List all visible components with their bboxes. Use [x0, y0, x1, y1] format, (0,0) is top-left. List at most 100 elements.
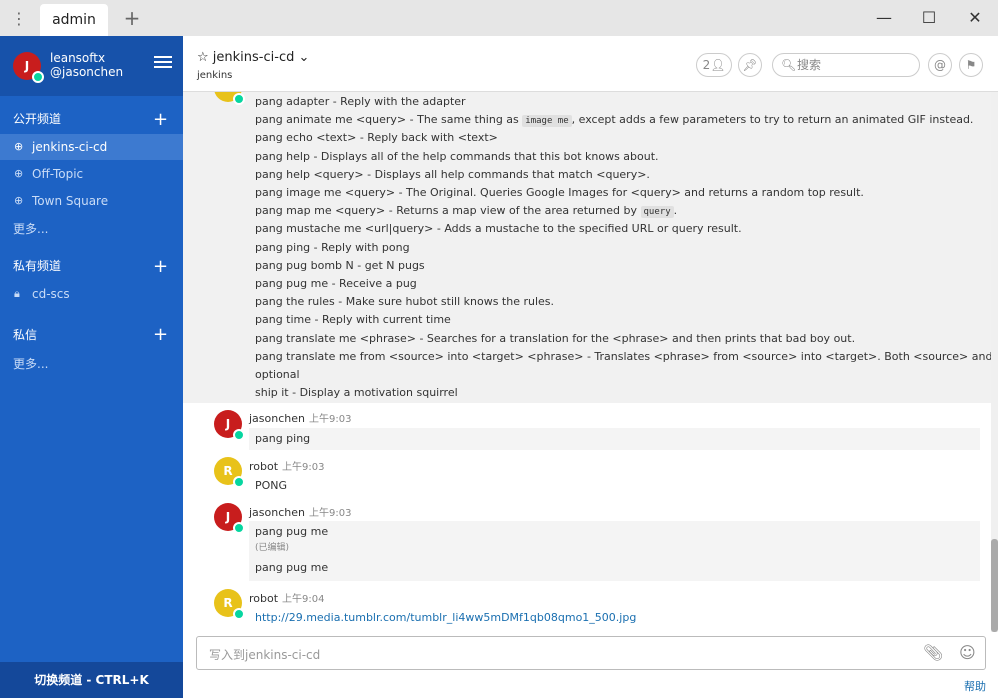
message-header: robot 上午9:04 [249, 590, 325, 605]
sidebar-item-jenkins-ci-cd[interactable]: ⊕ jenkins-ci-cd [0, 134, 183, 160]
help-text: ship it - Display a motivation squirrel [255, 386, 458, 400]
minimize-icon[interactable]: — [872, 6, 896, 30]
help-line: ship it - Display a motivation squirrel [255, 386, 458, 399]
help-text: optional [255, 368, 300, 381]
sidebar-item-town-square[interactable]: ⊕ Town Square [0, 188, 183, 214]
sidebar-header: J leansoftx @jasonchen [0, 36, 183, 96]
help-text: , except adds a few parameters to try to… [571, 113, 974, 127]
help-line: pang translate me from <source> into <ta… [255, 350, 991, 363]
sidebar: J leansoftx @jasonchen 公开频道 + ⊕ jenkins-… [0, 36, 183, 698]
message-body: http://29.media.tumblr.com/tumblr_li4ww5… [249, 607, 980, 628]
channel-name: jenkins-ci-cd [212, 50, 295, 65]
message-header: jasonchen 上午9:03 [249, 410, 351, 425]
message-composer[interactable]: 写入到jenkins-ci-cd 📎︎ ☺ [196, 636, 986, 670]
help-text: pang echo <text> - Reply back with <text… [255, 131, 498, 145]
author-name[interactable]: jasonchen [249, 506, 305, 519]
help-link[interactable]: 帮助 [964, 678, 986, 694]
add-dm-icon[interactable]: + [153, 326, 168, 344]
help-line: pang mustache me <url|query> - Adds a mu… [255, 222, 742, 235]
avatar[interactable]: R [214, 457, 245, 488]
online-status-icon [233, 476, 245, 488]
emoji-icon[interactable]: ☺ [959, 643, 976, 662]
member-count-button[interactable]: 2👤︎ [696, 53, 732, 77]
message-header: jasonchen 上午9:03 [249, 504, 351, 519]
chevron-down-icon[interactable]: ⌄ [298, 50, 309, 65]
private-channels-header: 私有频道 [13, 259, 62, 273]
help-text: pang map me <query> - Returns a map view… [255, 204, 641, 218]
help-text: pang translate me <phrase> - Searches fo… [255, 331, 856, 345]
pin-icon[interactable]: 📌︎ [738, 53, 762, 77]
help-text: pang help <query> - Displays all help co… [255, 167, 650, 181]
help-line: pang image me <query> - The Original. Qu… [255, 186, 864, 199]
message-body: PONG [255, 479, 288, 492]
message-scrollbar[interactable] [991, 92, 998, 632]
help-line: pang translate me <phrase> - Searches fo… [255, 332, 855, 345]
add-private-channel-icon[interactable]: + [153, 258, 168, 276]
more-vertical-icon[interactable]: ⋮ [8, 7, 30, 29]
title-bar: ⋮ admin + — ☐ ✕ [0, 0, 998, 36]
channel-purpose: jenkins [197, 70, 233, 81]
help-line: optional [255, 368, 300, 381]
search-placeholder: 搜索 [797, 58, 822, 72]
channel-title[interactable]: ☆ jenkins-ci-cd ⌄ [197, 50, 309, 65]
maximize-icon[interactable]: ☐ [917, 6, 941, 30]
avatar[interactable]: J [214, 410, 245, 441]
dm-header: 私信 [13, 328, 38, 342]
avatar[interactable]: J [13, 52, 44, 83]
help-line: pang pug me - Receive a pug [255, 277, 417, 290]
author-name[interactable]: robot [249, 460, 278, 473]
star-icon[interactable]: ☆ [197, 50, 209, 65]
avatar[interactable] [214, 92, 245, 105]
author-name[interactable]: jasonchen [249, 412, 305, 425]
search-icon: 🔍︎ [781, 58, 797, 72]
message-list: pang adapter - Reply with the adapter pan… [183, 92, 991, 632]
avatar[interactable]: R [214, 589, 245, 620]
help-line: pang help <query> - Displays all help co… [255, 168, 650, 181]
sidebar-item-off-topic[interactable]: ⊕ Off-Topic [0, 161, 183, 187]
hamburger-menu-icon[interactable] [154, 56, 172, 72]
help-text: pang pug bomb N - get N pugs [255, 258, 425, 272]
message-text: pang pug me [255, 525, 329, 538]
attachment-icon[interactable]: 📎︎ [923, 643, 943, 662]
help-text: pang time - Reply with current time [255, 313, 451, 327]
user-icon: 👤︎ [710, 58, 726, 72]
sidebar-item-cd-scs[interactable]: 🔒︎ cd-scs [0, 281, 183, 307]
channel-label: jenkins-ci-cd [32, 140, 108, 154]
avatar-initial: J [24, 59, 30, 73]
globe-icon: ⊕ [14, 140, 24, 153]
add-public-channel-icon[interactable]: + [153, 111, 168, 129]
author-name[interactable]: robot [249, 592, 278, 605]
close-icon[interactable]: ✕ [963, 6, 987, 30]
help-line: pang adapter - Reply with the adapter [255, 95, 466, 108]
channel-switcher-button[interactable]: 切换频道 - CTRL+K [0, 662, 183, 698]
help-text: pang ping - Reply with pong [255, 240, 410, 254]
tab-admin[interactable]: admin [40, 4, 108, 36]
help-text: pang the rules - Make sure hubot still k… [255, 295, 555, 309]
message-body: pang pug me (已编辑) pang pug me [249, 521, 980, 581]
dm-more-link[interactable]: 更多... [13, 355, 48, 372]
channel-label: Off-Topic [32, 167, 84, 181]
globe-icon: ⊕ [14, 194, 24, 207]
message-time[interactable]: 上午9:03 [282, 462, 324, 473]
help-line: pang the rules - Make sure hubot still k… [255, 295, 554, 308]
search-input[interactable]: 🔍︎ 搜索 [772, 53, 920, 77]
message-text: pang pug me [255, 561, 329, 574]
add-tab-icon[interactable]: + [120, 6, 144, 30]
message-time[interactable]: 上午9:03 [309, 508, 351, 519]
help-line: pang animate me <query> - The same thing… [255, 113, 974, 128]
flag-icon[interactable]: ⚑ [959, 53, 983, 77]
message-input[interactable]: 写入到jenkins-ci-cd [209, 646, 320, 663]
help-message-block: pang adapter - Reply with the adapter pan… [183, 92, 991, 403]
mention-icon[interactable]: @ [928, 53, 952, 77]
message-time[interactable]: 上午9:03 [309, 414, 351, 425]
avatar[interactable]: J [214, 503, 245, 534]
inline-code: image me [522, 115, 572, 128]
scroll-thumb[interactable] [991, 539, 998, 632]
public-more-link[interactable]: 更多... [13, 220, 48, 237]
help-text: pang image me <query> - The Original. Qu… [255, 186, 864, 199]
channel-label: cd-scs [32, 287, 70, 301]
help-line: pang time - Reply with current time [255, 313, 451, 326]
online-status-icon [233, 608, 245, 620]
message-link[interactable]: http://29.media.tumblr.com/tumblr_li4ww5… [255, 611, 636, 624]
message-time[interactable]: 上午9:04 [282, 594, 324, 605]
